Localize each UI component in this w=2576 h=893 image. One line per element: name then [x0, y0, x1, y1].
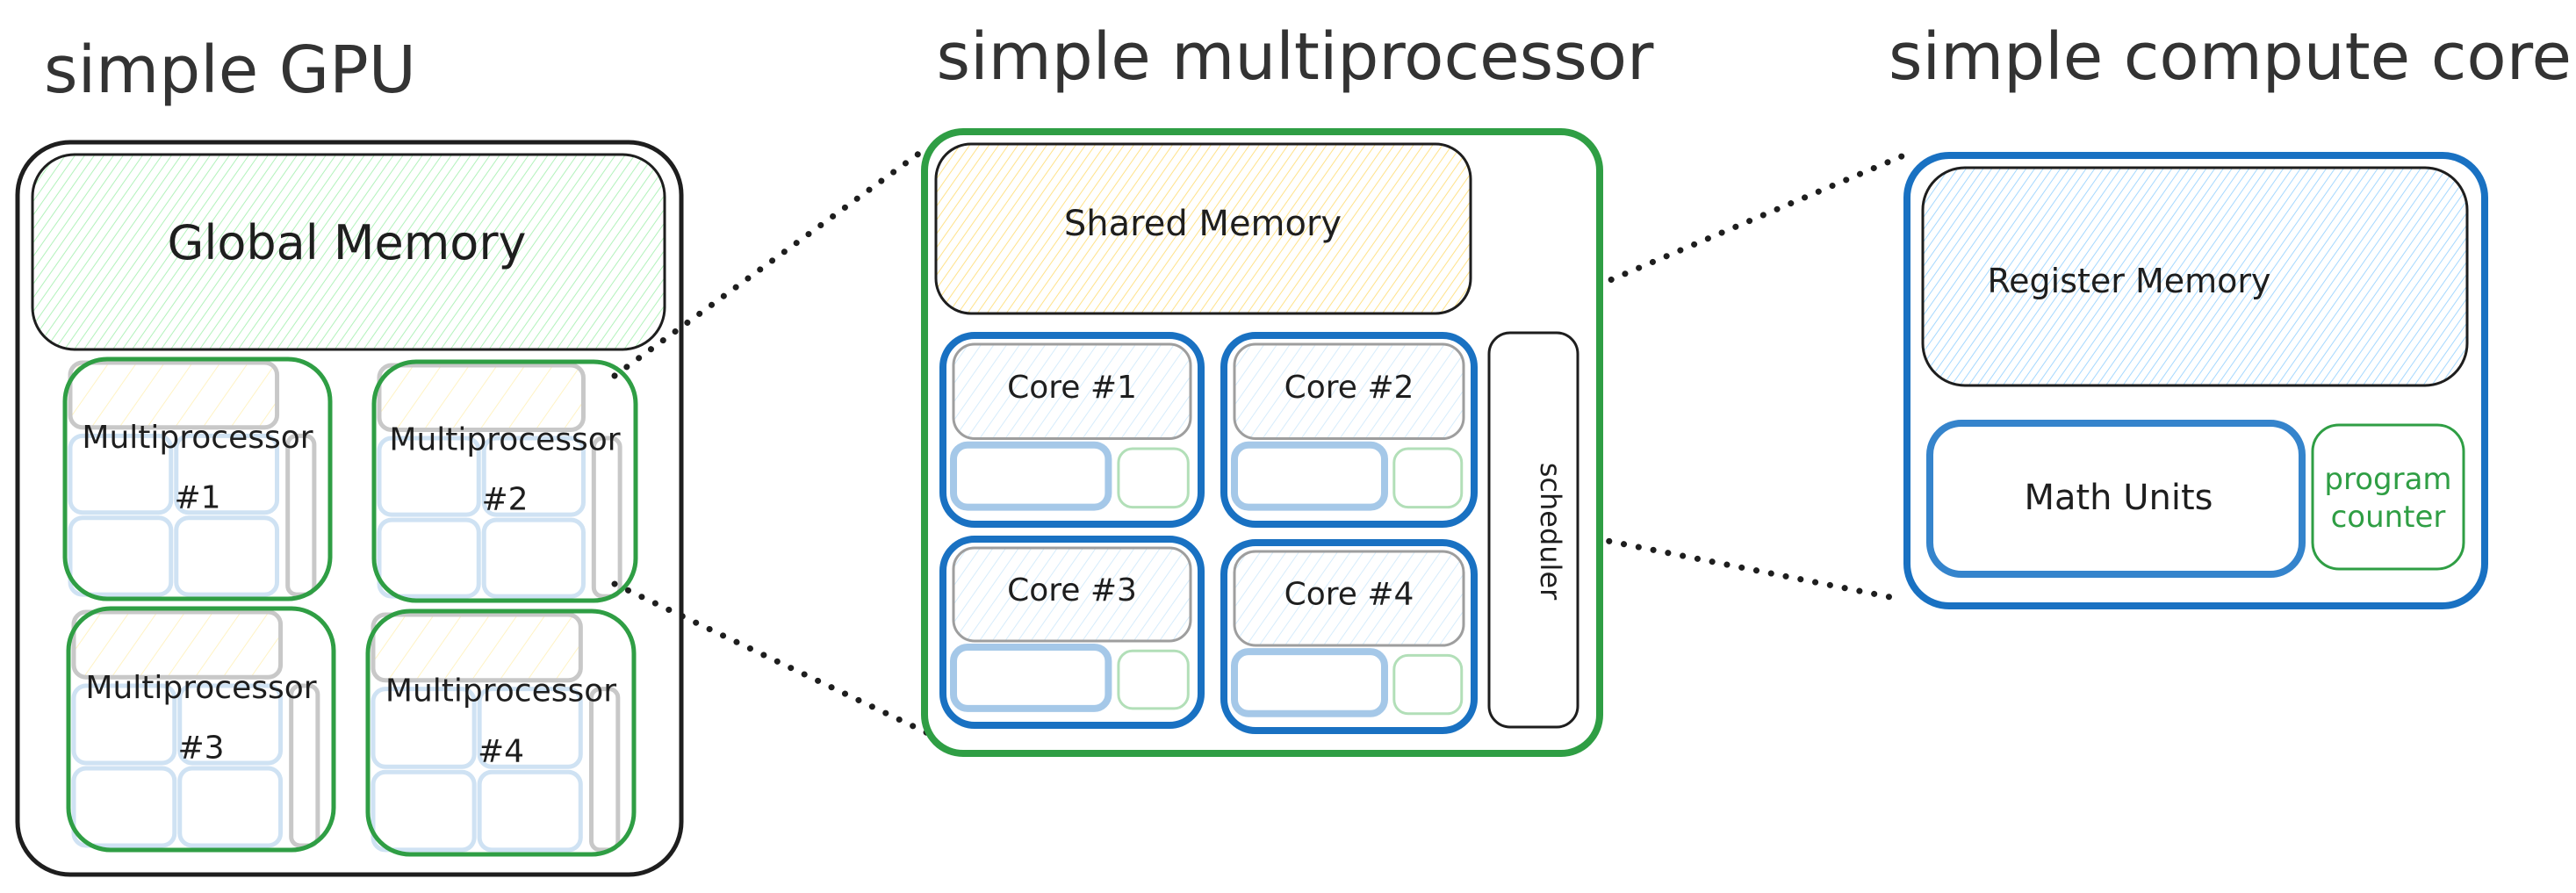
core-label: Core #2: [1284, 370, 1414, 406]
core-label: Core #1: [1007, 370, 1137, 406]
register-memory-label: Register Memory: [1987, 262, 2270, 300]
multiprocessor-label-line2: #1: [174, 479, 220, 515]
multiprocessor-label-line2: #3: [177, 731, 224, 767]
multiprocessor-label-line1: Multiprocessor: [385, 673, 616, 709]
compute-core-section: simple compute core Register Memory Math…: [1889, 19, 2572, 609]
core-math-units: [1231, 648, 1388, 717]
core-math-units: [950, 441, 1112, 511]
core-4: Core #4: [1220, 539, 1478, 734]
program-counter-box: program counter: [2311, 423, 2465, 571]
mini-scheduler: [289, 683, 320, 848]
core-math-units: [1231, 441, 1388, 511]
multiprocessor-label-line1: Multiprocessor: [85, 670, 316, 706]
mini-scheduler: [589, 687, 621, 853]
scheduler-box: scheduler: [1487, 331, 1579, 729]
multiprocessor-label-line1: Multiprocessor: [389, 422, 620, 458]
mini-core: [174, 515, 280, 597]
gpu-architecture-diagram: simple GPU Global Memory Multiprocessor #…: [15, 19, 2572, 877]
program-counter-label-line1: program: [2324, 462, 2451, 497]
multiprocessor-label-line1: Multiprocessor: [82, 420, 313, 456]
math-units-box: Math Units: [1926, 420, 2306, 578]
mini-shared-memory: [71, 609, 284, 680]
mini-core: [68, 515, 174, 597]
gpu-section: simple GPU Global Memory Multiprocessor #…: [15, 32, 684, 877]
mini-scheduler: [285, 433, 317, 597]
mini-core: [377, 517, 481, 599]
compute-core-title: simple compute core: [1889, 19, 2572, 95]
core-2: Core #2: [1220, 332, 1478, 528]
math-units-label: Math Units: [2024, 478, 2213, 518]
core-program-counter: [1392, 447, 1464, 509]
core-program-counter: [1392, 653, 1464, 716]
mini-core: [71, 766, 177, 848]
core-math-units: [950, 643, 1112, 712]
scheduler-label: scheduler: [1534, 463, 1567, 601]
core-label: Core #4: [1284, 577, 1414, 613]
register-memory-box: Register Memory: [1921, 166, 2469, 387]
core-program-counter: [1117, 447, 1190, 509]
global-memory-box: Global Memory: [31, 153, 666, 351]
program-counter-label-line2: counter: [2331, 500, 2446, 535]
shared-memory-label: Shared Memory: [1064, 204, 1342, 244]
mini-core: [371, 769, 477, 853]
mini-shared-memory: [377, 363, 586, 432]
mini-core: [477, 769, 583, 853]
mini-shared-memory: [371, 612, 583, 683]
gpu-title: simple GPU: [44, 32, 416, 108]
multiprocessor-label-line2: #2: [481, 482, 528, 518]
multiprocessor-title: simple multiprocessor: [937, 19, 1655, 95]
mini-core: [481, 517, 586, 599]
core-program-counter: [1117, 649, 1190, 710]
core-3: Core #3: [939, 536, 1205, 729]
mini-scheduler: [591, 436, 622, 599]
mini-core: [177, 766, 284, 848]
shared-memory-box: Shared Memory: [934, 142, 1472, 315]
core-1: Core #1: [939, 332, 1205, 528]
multiprocessor-label-line2: #4: [478, 734, 524, 770]
mini-shared-memory: [68, 360, 280, 430]
global-memory-label: Global Memory: [167, 215, 526, 270]
core-label: Core #3: [1007, 573, 1137, 609]
multiprocessor-section: simple multiprocessor Shared Memory Core…: [921, 19, 1655, 757]
